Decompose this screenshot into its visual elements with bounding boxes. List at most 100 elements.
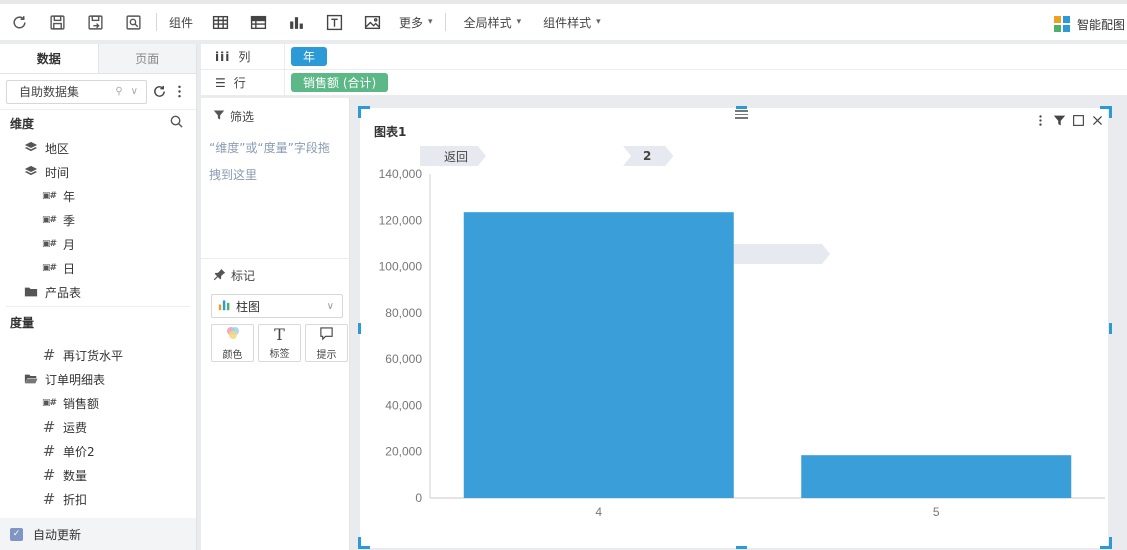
smart-chart-label: 智能配图	[1076, 17, 1125, 32]
widget-title: 图表1	[374, 125, 407, 139]
column-pill-year[interactable]: 年	[291, 47, 328, 66]
tree-item[interactable]: ▣# 销售额	[0, 391, 196, 415]
tree-item-label: 地区	[45, 141, 70, 156]
tree-item-label: 月	[63, 237, 76, 252]
color-button-label: 颜色	[222, 350, 243, 361]
tree-item[interactable]: ▣# 季	[0, 208, 196, 232]
refresh-icon[interactable]	[0, 4, 38, 40]
mark-title: 标记	[231, 269, 256, 283]
tree-item-label: 季	[63, 213, 76, 228]
search-icon[interactable]	[169, 114, 184, 132]
tree-item[interactable]: 地区	[0, 136, 196, 160]
x-tick-label: 5	[933, 505, 940, 519]
tab-data[interactable]: 数据	[0, 44, 99, 73]
preview-icon[interactable]	[114, 4, 152, 40]
data-panel: 数据 页面 自助数据集 ⚲ ∨ 维度 地区 时间 ▣# 年 ▣# 季 ▣# 月 ▣# 日产品表 度量…	[0, 44, 197, 550]
more-menu[interactable]: 更多 ▾	[391, 4, 441, 40]
hash-icon: #	[42, 466, 56, 484]
dataset-row: 自助数据集 ⚲ ∨	[0, 74, 196, 110]
dimension-header: 维度	[0, 110, 196, 136]
chevron-down-icon: ▾	[428, 17, 433, 27]
tree-item[interactable]: 产品表	[0, 280, 196, 304]
layers-icon	[24, 141, 38, 155]
refresh-icon[interactable]	[151, 82, 167, 102]
global-style-menu[interactable]: 全局样式 ▾	[450, 4, 530, 40]
auto-update-label: 自动更新	[33, 527, 82, 542]
resize-handle[interactable]	[358, 537, 361, 549]
tab-page[interactable]: 页面	[98, 44, 196, 73]
component-style-menu[interactable]: 组件样式 ▾	[529, 4, 609, 40]
tree-item-label: 时间	[45, 165, 70, 180]
maximize-icon[interactable]	[1072, 114, 1085, 130]
column-shelf: iii 列 年	[201, 44, 1127, 70]
resize-handle[interactable]	[736, 106, 747, 109]
resize-handle[interactable]	[736, 546, 747, 549]
label-button-label: 标签	[269, 348, 290, 360]
label-button[interactable]: T 标签	[258, 324, 301, 362]
resize-handle[interactable]	[1109, 106, 1112, 118]
tree-item[interactable]: ▣# 年	[0, 184, 196, 208]
tree-item[interactable]: # 再订货水平	[0, 343, 196, 367]
y-tick-label: 80,000	[385, 306, 422, 320]
resize-handle[interactable]	[358, 323, 361, 334]
global-style-label: 全局样式	[463, 15, 512, 30]
save-as-icon[interactable]	[76, 4, 114, 40]
mark-area: 标记 柱图 ∨ 颜色 T 标签 提示	[201, 258, 349, 362]
tree-item-label: 销售额	[63, 396, 100, 411]
folder-open-icon	[24, 372, 38, 386]
dataset-label: 自助数据集	[19, 85, 80, 99]
y-tick-label: 40,000	[385, 398, 422, 412]
table-icon[interactable]	[201, 4, 239, 40]
chevron-down-icon: ∨	[326, 300, 334, 312]
y-tick-label: 0	[415, 491, 422, 505]
save-icon[interactable]	[38, 4, 76, 40]
bar-chart: 0 20,000 40,000 60,000 80,000 100,000 120,000 1…	[379, 167, 1105, 519]
tree-item[interactable]: # 折扣	[0, 487, 196, 511]
tree-item[interactable]: 时间	[0, 160, 196, 184]
field-icon: ▣#	[41, 398, 57, 408]
resize-handle[interactable]	[1109, 537, 1112, 549]
tree-item-label: 再订货水平	[63, 348, 124, 363]
toolbar-divider	[156, 13, 157, 31]
auto-update-toggle[interactable]: ✓ 自动更新	[0, 518, 196, 550]
shelves: iii 列 年 ☰ 行 销售额 (合计)	[201, 44, 1127, 96]
field-icon: ▣#	[41, 215, 57, 225]
image-icon[interactable]	[353, 4, 391, 40]
cross-table-icon[interactable]	[239, 4, 277, 40]
chart-type-label: 柱图	[236, 299, 261, 314]
filter-drop-zone[interactable]: “维度”或“度量”字段拖拽到这里	[201, 125, 349, 189]
speech-bubble-icon	[319, 326, 334, 344]
close-icon[interactable]	[1091, 114, 1104, 130]
tree-item[interactable]: # 单价2	[0, 439, 196, 463]
y-tick-label: 100,000	[379, 260, 423, 274]
chevron-down-icon: ∨	[130, 86, 138, 97]
text-box-icon[interactable]	[315, 4, 353, 40]
more-vertical-icon[interactable]	[171, 82, 187, 102]
resize-handle[interactable]	[1109, 323, 1112, 334]
resize-handle[interactable]	[358, 106, 361, 118]
smart-chart-button[interactable]: 智能配图	[1053, 8, 1125, 40]
tree-item[interactable]: ▣# 月	[0, 232, 196, 256]
tooltip-button-label: 提示	[316, 349, 337, 361]
tree-item[interactable]: ▣# 日	[0, 256, 196, 280]
filter-icon[interactable]	[1053, 114, 1066, 130]
tooltip-button[interactable]: 提示	[305, 324, 348, 362]
color-button[interactable]: 颜色	[211, 324, 254, 362]
bar-chart-icon[interactable]	[277, 4, 315, 40]
chart-widget[interactable]: 图表1 返回 2017 2 0 20,000 40,000 60,000 80,000 1…	[360, 108, 1108, 548]
tree-item[interactable]: # 运费	[0, 415, 196, 439]
row-shelf: ☰ 行 销售额 (合计)	[201, 70, 1127, 96]
tree-item[interactable]: 订单明细表	[0, 367, 196, 391]
tree-item-label: 运费	[63, 420, 88, 435]
smart-chart-icon	[1053, 16, 1070, 32]
checkbox-checked-icon[interactable]: ✓	[10, 527, 23, 541]
search-icon: ⚲	[115, 86, 123, 97]
tree-item[interactable]: # 数量	[0, 463, 196, 487]
component-style-label: 组件样式	[543, 15, 592, 30]
chart-type-select[interactable]: 柱图 ∨	[211, 294, 343, 318]
dataset-select[interactable]: 自助数据集 ⚲ ∨	[6, 79, 147, 104]
breadcrumb-back[interactable]: 返回	[420, 146, 486, 166]
drag-handle-icon[interactable]	[735, 110, 748, 121]
row-pill-sales[interactable]: 销售额 (合计)	[291, 73, 389, 92]
more-vertical-icon[interactable]	[1034, 114, 1047, 130]
